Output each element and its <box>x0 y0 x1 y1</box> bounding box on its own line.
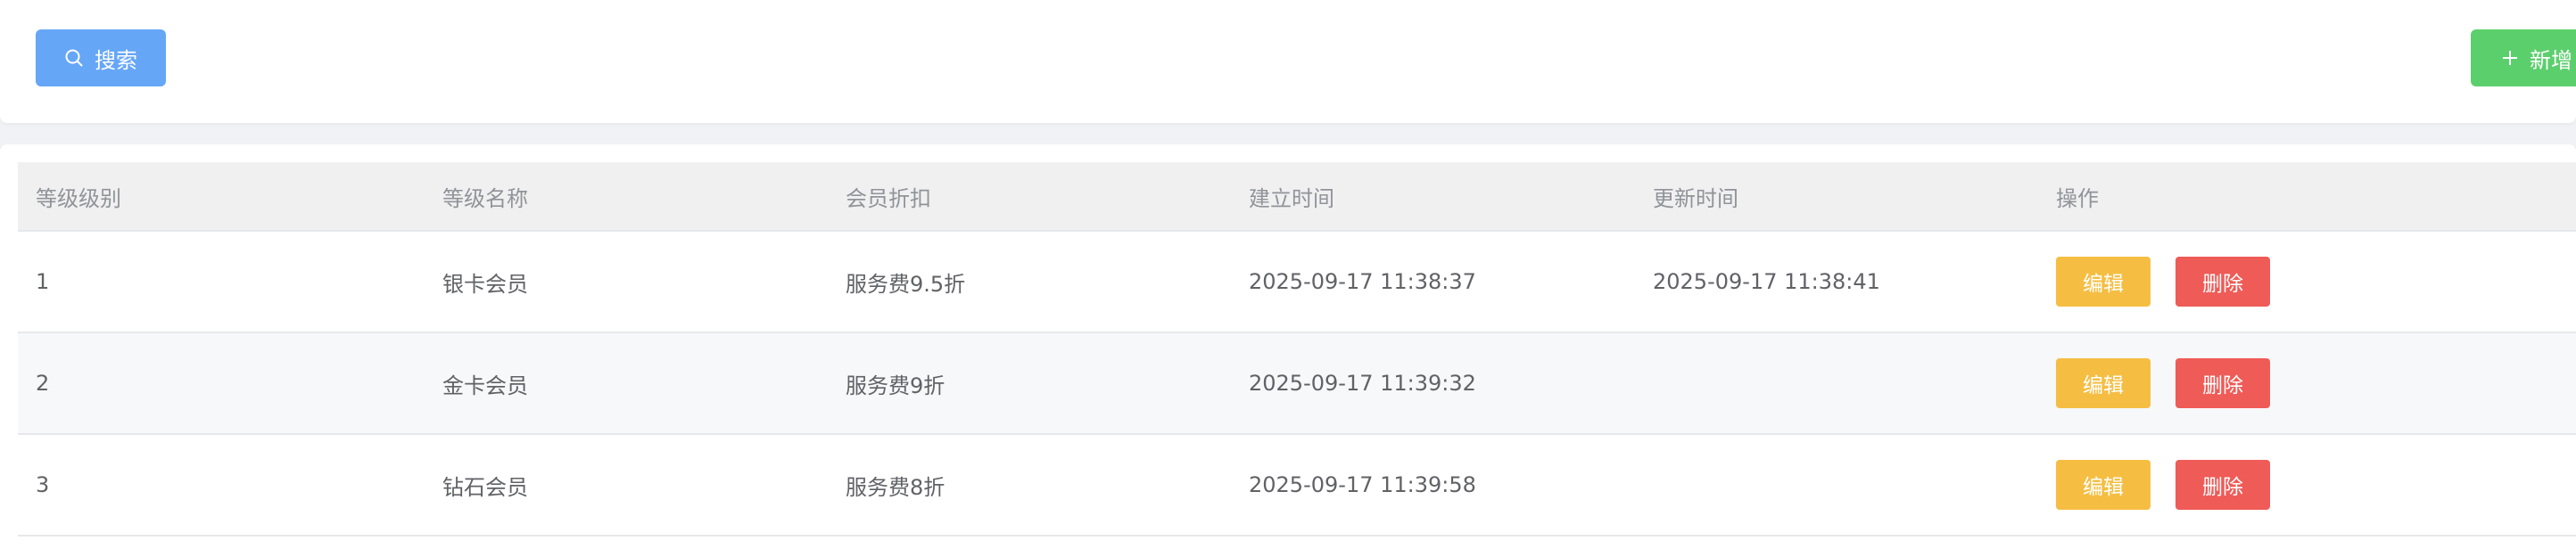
header-discount: 会员折扣 <box>846 185 931 211</box>
cell-created: 2025-09-17 11:39:32 <box>1249 371 1476 396</box>
delete-button[interactable]: 删除 <box>2176 257 2270 307</box>
cell-discount: 服务费9折 <box>846 373 945 398</box>
header-created: 建立时间 <box>1249 185 1334 211</box>
toolbar: 搜索 新增 <box>0 0 2576 123</box>
delete-button[interactable]: 删除 <box>2176 460 2270 510</box>
table-row: 1 银卡会员 服务费9.5折 2025-09-17 11:38:37 2025-… <box>18 232 2576 333</box>
add-button[interactable]: 新增 <box>2471 29 2576 86</box>
cell-level: 3 <box>36 472 50 497</box>
header-level: 等级级别 <box>36 185 121 211</box>
cell-discount: 服务费8折 <box>846 474 945 500</box>
plus-icon <box>2501 49 2519 67</box>
cell-actions: 编辑 删除 <box>2056 435 2270 535</box>
cell-name: 钻石会员 <box>442 474 528 500</box>
cell-level: 1 <box>36 269 50 294</box>
member-level-table: 等级级别 等级名称 会员折扣 建立时间 更新时间 操作 1 银卡会员 服务费9.… <box>18 162 2576 537</box>
search-icon <box>64 48 84 68</box>
edit-button[interactable]: 编辑 <box>2056 358 2151 408</box>
edit-button[interactable]: 编辑 <box>2056 460 2151 510</box>
cell-discount: 服务费9.5折 <box>846 271 966 297</box>
header-actions: 操作 <box>2056 185 2099 211</box>
cell-name: 银卡会员 <box>442 271 528 297</box>
cell-created: 2025-09-17 11:39:58 <box>1249 472 1476 497</box>
cell-updated: 2025-09-17 11:38:41 <box>1653 269 1880 294</box>
table-row: 3 钻石会员 服务费8折 2025-09-17 11:39:58 编辑 删除 <box>18 435 2576 537</box>
add-button-label: 新增 <box>2530 47 2572 73</box>
cell-level: 2 <box>36 371 50 396</box>
cell-created: 2025-09-17 11:38:37 <box>1249 269 1476 294</box>
edit-button[interactable]: 编辑 <box>2056 257 2151 307</box>
cell-actions: 编辑 删除 <box>2056 232 2270 332</box>
search-button-label: 搜索 <box>95 47 137 73</box>
table-row: 2 金卡会员 服务费9折 2025-09-17 11:39:32 编辑 删除 <box>18 333 2576 435</box>
delete-button[interactable]: 删除 <box>2176 358 2270 408</box>
table-panel: 等级级别 等级名称 会员折扣 建立时间 更新时间 操作 1 银卡会员 服务费9.… <box>0 144 2576 549</box>
header-updated: 更新时间 <box>1653 185 1738 211</box>
search-button[interactable]: 搜索 <box>36 29 166 86</box>
table-header: 等级级别 等级名称 会员折扣 建立时间 更新时间 操作 <box>18 162 2576 232</box>
header-name: 等级名称 <box>442 185 528 211</box>
cell-name: 金卡会员 <box>442 373 528 398</box>
cell-actions: 编辑 删除 <box>2056 333 2270 433</box>
